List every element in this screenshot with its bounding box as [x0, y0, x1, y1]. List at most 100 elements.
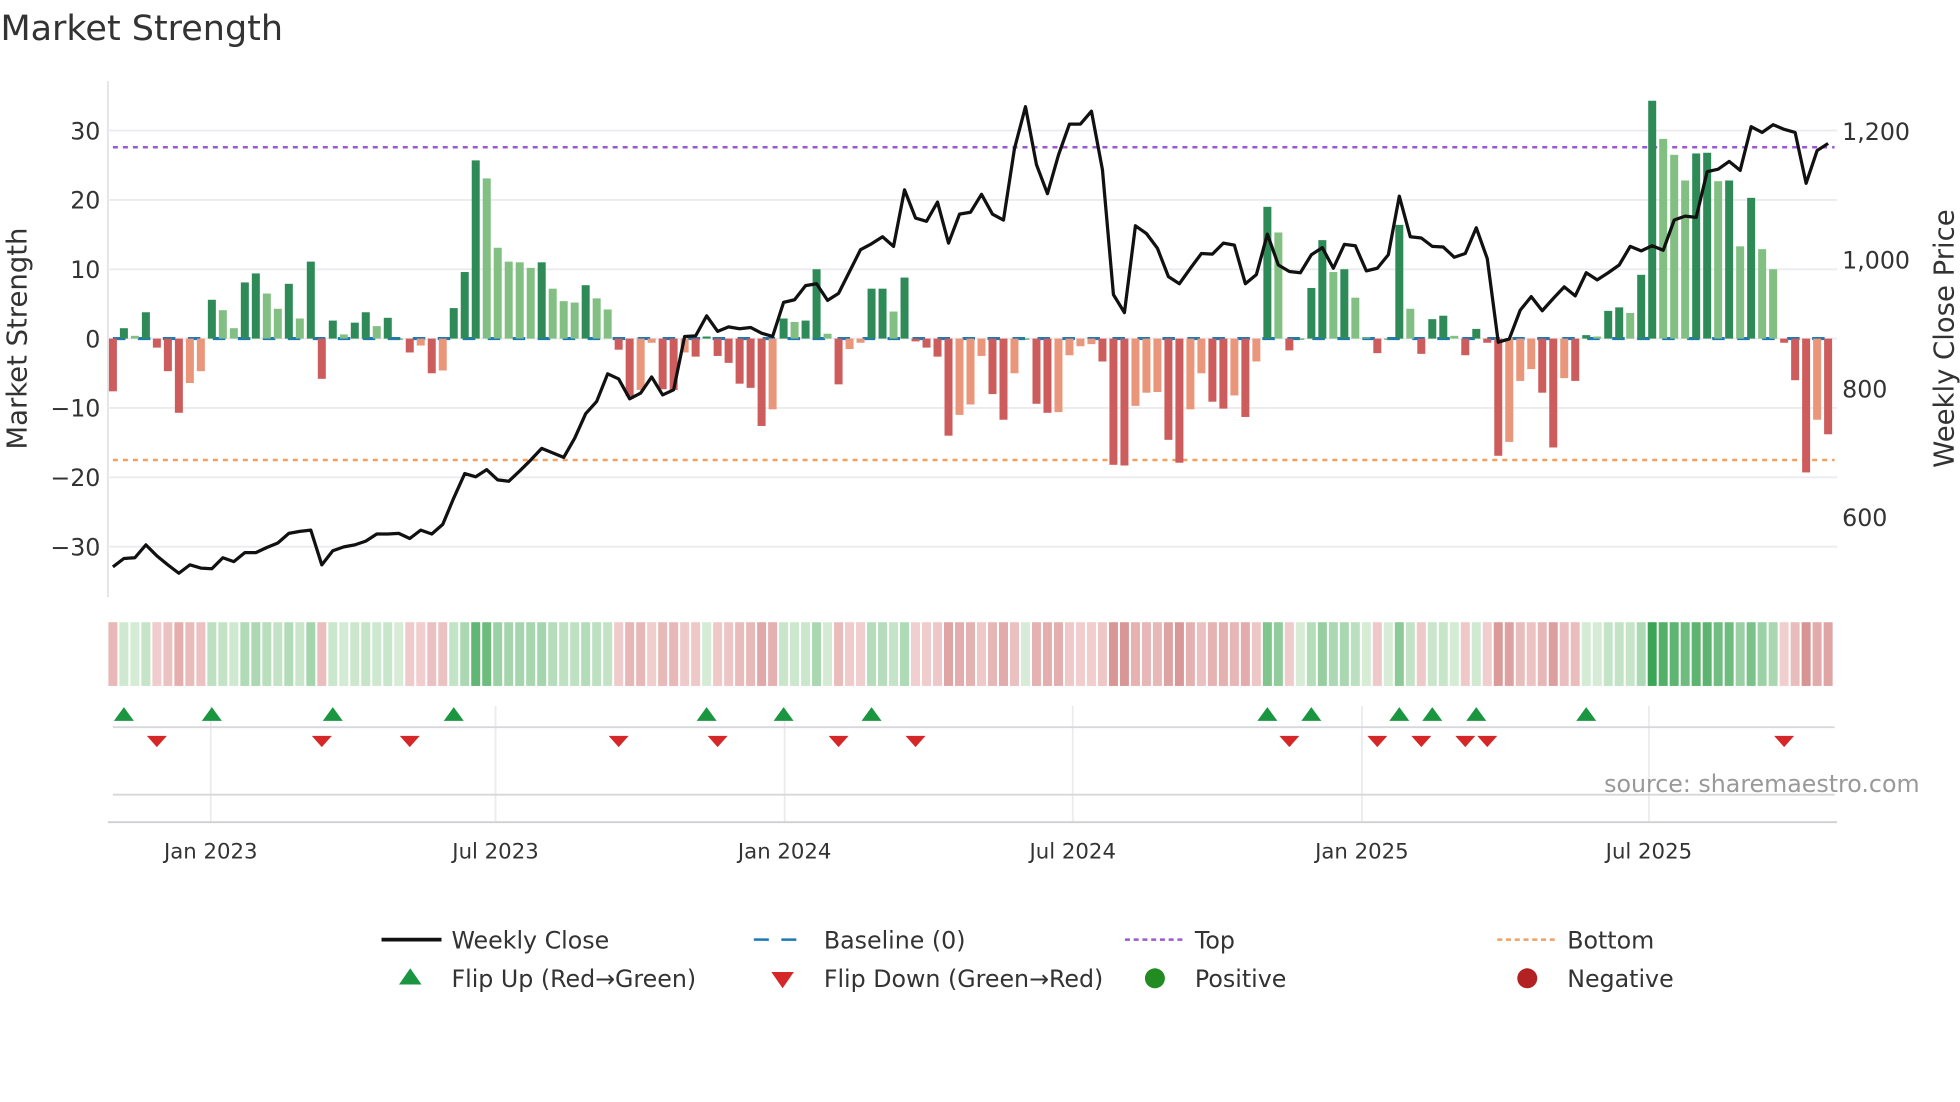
heat-cell: [1064, 622, 1074, 686]
strength-bar: [812, 269, 821, 339]
strength-bar: [1021, 338, 1030, 340]
strength-bar: [1219, 338, 1228, 409]
strength-bar: [1197, 338, 1206, 374]
heat-cell: [174, 622, 184, 686]
flip-up-marker: [322, 707, 343, 721]
heat-cell: [713, 622, 723, 686]
strength-bar: [922, 338, 931, 348]
heat-cell: [878, 622, 888, 686]
heat-cell: [1801, 622, 1811, 686]
strength-bar: [438, 338, 447, 371]
strength-bar: [955, 338, 964, 415]
strength-bar: [493, 247, 502, 339]
heat-cell: [1636, 622, 1646, 686]
strength-bar: [1285, 338, 1294, 351]
heat-cell: [1427, 622, 1437, 686]
heat-cell: [1515, 622, 1525, 686]
heat-cell: [130, 622, 140, 686]
x-tick-label: Jul 2024: [1028, 839, 1116, 864]
legend: Weekly Close Baseline (0) Top Bottom Flip Up…: [381, 926, 1674, 993]
heat-cell: [339, 622, 349, 686]
strength-bar: [1274, 232, 1283, 339]
strength-bar: [174, 338, 183, 413]
heat-cell: [1405, 622, 1415, 686]
strength-bar: [405, 338, 414, 353]
heat-cell: [229, 622, 239, 686]
strength-bar: [141, 312, 150, 339]
y-tick-label: −20: [50, 464, 100, 492]
heat-cell: [998, 622, 1008, 686]
flip-up-marker: [1422, 707, 1443, 721]
heat-cell: [1504, 622, 1514, 686]
heat-cell: [987, 622, 997, 686]
flip-down-marker: [905, 735, 926, 748]
heat-cell: [361, 622, 371, 686]
strength-bar: [1615, 307, 1624, 339]
heat-cell: [1691, 622, 1701, 686]
flip-down-marker: [1279, 735, 1300, 748]
heat-cell: [1273, 622, 1283, 686]
flip-up-marker: [443, 707, 464, 721]
strength-bar: [1307, 287, 1316, 339]
heat-cell: [251, 622, 261, 686]
heat-cell: [955, 622, 965, 686]
heat-cell: [317, 622, 327, 686]
heat-cell: [1493, 622, 1503, 686]
strength-bar: [1263, 206, 1272, 339]
strength-bar: [1626, 312, 1635, 339]
legend-label: Weekly Close: [451, 926, 609, 954]
heat-cell: [163, 622, 173, 686]
strength-bar: [1505, 338, 1514, 442]
heat-cell: [1438, 622, 1448, 686]
strength-bar: [350, 322, 359, 339]
strength-bar: [1725, 180, 1734, 339]
flip-down-marker: [1411, 735, 1432, 748]
flip-down-marker: [828, 735, 849, 748]
strength-bar: [1087, 338, 1096, 345]
heat-cell: [768, 622, 778, 686]
heat-cell: [372, 622, 382, 686]
heat-cell: [482, 622, 492, 686]
strength-bar: [1098, 338, 1107, 362]
heat-cell: [1757, 622, 1767, 686]
strength-bar: [1747, 197, 1756, 339]
strength-bar: [757, 338, 766, 426]
heat-cell: [218, 622, 228, 686]
strength-bar: [1109, 338, 1118, 465]
strength-bar: [878, 288, 887, 339]
strength-bar: [295, 318, 304, 339]
strength-bar: [647, 338, 656, 343]
strength-bar: [1131, 338, 1140, 406]
strength-bar: [570, 302, 579, 339]
strength-bar: [361, 312, 370, 339]
heat-cell: [108, 622, 118, 686]
heat-cell: [669, 622, 679, 686]
heat-cell: [141, 622, 151, 686]
heat-cell: [812, 622, 822, 686]
y2-axis-label: Weekly Close Price: [1928, 209, 1960, 467]
heat-cell: [1592, 622, 1602, 686]
heat-cell: [1361, 622, 1371, 686]
y-tick-label: 30: [70, 117, 100, 145]
heat-cell: [1603, 622, 1613, 686]
heat-cell: [262, 622, 272, 686]
strength-bar: [1076, 338, 1085, 347]
heat-cell: [306, 622, 316, 686]
heat-cell: [1075, 622, 1085, 686]
legend-label: Negative: [1567, 965, 1673, 993]
heat-cell: [1020, 622, 1030, 686]
legend-label: Flip Down (Green→Red): [824, 965, 1103, 993]
heat-cell: [1207, 622, 1217, 686]
heat-cell: [1141, 622, 1151, 686]
heat-cell: [823, 622, 833, 686]
heat-cell: [625, 622, 635, 686]
y-tick-label: 20: [70, 187, 100, 215]
heat-cell: [152, 622, 162, 686]
strength-bar: [394, 338, 403, 340]
heat-cell: [240, 622, 250, 686]
heat-cell: [889, 622, 899, 686]
heat-cell: [757, 622, 767, 686]
strength-bar: [933, 338, 942, 357]
legend-label: Top: [1194, 926, 1235, 954]
strength-bar: [1802, 338, 1811, 473]
